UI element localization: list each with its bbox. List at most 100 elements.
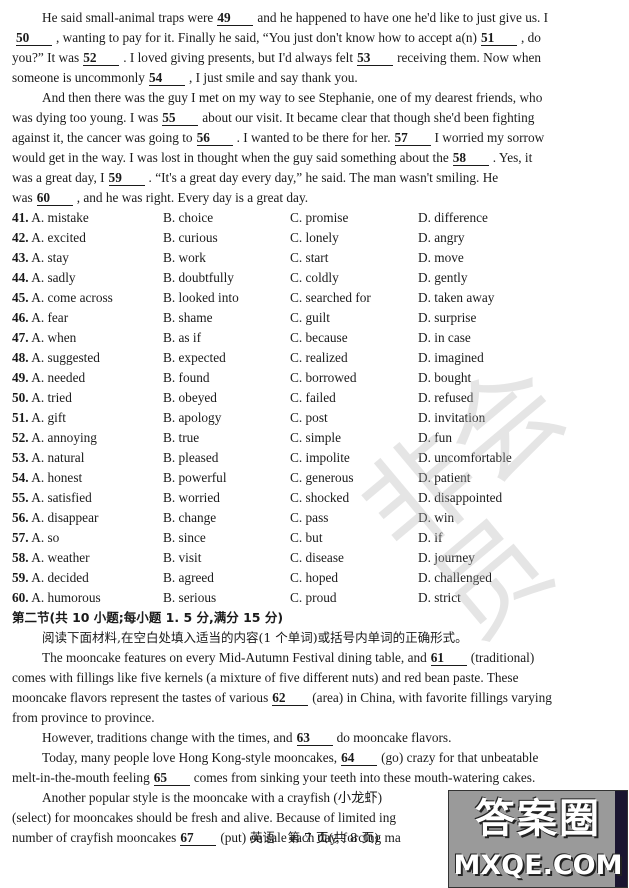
question-number: 42. <box>12 230 29 245</box>
option-c: C. lonely <box>290 230 339 245</box>
answer-options-list: 41. A. mistake B. choice C. promise D. diff… <box>12 208 612 608</box>
question-number: 41. <box>12 210 29 225</box>
text-line: against it, the cancer was going to 56. I… <box>12 130 545 146</box>
text-line: mooncake flavors represent the tastes of… <box>12 690 552 706</box>
option-a-text: A. stay <box>31 250 69 265</box>
question-number: 59. <box>12 570 29 585</box>
option-b: B. obeyed <box>163 390 217 405</box>
option-a-text: A. when <box>31 330 77 345</box>
option-a-text: A. decided <box>31 570 89 585</box>
option-row: 55. A. satisfied B. worried C. shocked D. d… <box>12 488 612 508</box>
option-c: C. proud <box>290 590 337 605</box>
option-row: 43. A. stay B. work C. start D. move <box>12 248 612 268</box>
option-c: C. pass <box>290 510 329 525</box>
question-number: 53. <box>12 450 29 465</box>
option-b: B. since <box>163 530 206 545</box>
option-c: C. guilt <box>290 310 330 325</box>
option-c: C. but <box>290 530 323 545</box>
option-d: D. angry <box>418 230 465 245</box>
option-row: 45. A. come across B. looked into C. searc… <box>12 288 612 308</box>
option-row: 47. A. when B. as if C. because D. in case <box>12 328 612 348</box>
option-a-text: A. suggested <box>31 350 100 365</box>
option-a: 43. A. stay <box>12 248 69 268</box>
option-a: 58. A. weather <box>12 548 90 568</box>
text-line: However, traditions change with the time… <box>42 730 452 746</box>
option-b: B. doubtfully <box>163 270 234 285</box>
option-d: D. surprise <box>418 310 477 325</box>
option-row: 50. A. tried B. obeyed C. failed D. refused <box>12 388 612 408</box>
option-b: B. expected <box>163 350 226 365</box>
option-row: 42. A. excited B. curious C. lonely D. angr… <box>12 228 612 248</box>
option-c: C. coldly <box>290 270 339 285</box>
option-row: 44. A. sadly B. doubtfully C. coldly D. gen… <box>12 268 612 288</box>
passage2-paragraph-1: The mooncake features on every Mid-Autum… <box>12 648 612 728</box>
blank-63: 63 <box>296 730 333 746</box>
option-d: D. strict <box>418 590 461 605</box>
text-line: comes with fillings like five kernels (a… <box>12 670 519 685</box>
option-c: C. post <box>290 410 328 425</box>
option-b: B. powerful <box>163 470 227 485</box>
question-number: 58. <box>12 550 29 565</box>
blank-59: 59 <box>108 170 145 186</box>
option-c: C. searched for <box>290 290 371 305</box>
passage-paragraph-1: He said small-animal traps were 49 and he … <box>12 8 612 88</box>
text-line: 50, wanting to pay for it. Finally he sa… <box>16 30 541 46</box>
option-a-text: A. humorous <box>31 590 101 605</box>
option-b: B. serious <box>163 590 217 605</box>
logo-bottom-text: MXQE.COM <box>453 850 623 881</box>
blank-58: 58 <box>452 150 489 166</box>
question-number: 43. <box>12 250 29 265</box>
blank-65: 65 <box>153 770 190 786</box>
blank-57: 57 <box>394 130 431 146</box>
option-c: C. because <box>290 330 348 345</box>
option-a-text: A. gift <box>31 410 66 425</box>
question-number: 50. <box>12 390 29 405</box>
passage2-paragraph-3: Today, many people love Hong Kong-style … <box>12 748 612 788</box>
option-d: D. in case <box>418 330 471 345</box>
blank-64: 64 <box>341 750 378 766</box>
option-row: 58. A. weather B. visit C. disease D. journ… <box>12 548 612 568</box>
question-number: 55. <box>12 490 29 505</box>
option-b: B. looked into <box>163 290 239 305</box>
blank-55: 55 <box>162 110 199 126</box>
question-number: 48. <box>12 350 29 365</box>
option-b: B. true <box>163 430 200 445</box>
question-number: 57. <box>12 530 29 545</box>
question-number: 56. <box>12 510 29 525</box>
option-row: 46. A. fear B. shame C. guilt D. surprise <box>12 308 612 328</box>
option-a-text: A. weather <box>31 550 90 565</box>
exam-page: He said small-animal traps were 49 and he … <box>12 8 612 848</box>
text-line: He said small-animal traps were 49 and he … <box>42 10 549 26</box>
option-a: 41. A. mistake <box>12 208 89 228</box>
blank-54: 54 <box>148 70 185 86</box>
option-d: D. imagined <box>418 350 484 365</box>
question-number: 44. <box>12 270 29 285</box>
option-c: C. impolite <box>290 450 350 465</box>
blank-51: 51 <box>480 30 517 46</box>
blank-53: 53 <box>357 50 394 66</box>
option-c: C. simple <box>290 430 341 445</box>
blank-49: 49 <box>217 10 254 26</box>
option-row: 48. A. suggested B. expected C. realized D.… <box>12 348 612 368</box>
question-number: 51. <box>12 410 29 425</box>
option-c: C. borrowed <box>290 370 357 385</box>
option-a-text: A. needed <box>31 370 86 385</box>
option-c: C. disease <box>290 550 344 565</box>
site-logo-watermark: 答案圈 MXQE.COM <box>448 790 628 888</box>
option-d: D. difference <box>418 210 488 225</box>
option-a-text: A. honest <box>31 470 83 485</box>
section-instruction: 阅读下面材料,在空白处填入适当的内容(1 个单词)或括号内单词的正确形式。 <box>42 630 468 645</box>
option-b: B. apology <box>163 410 222 425</box>
option-a-text: A. come across <box>31 290 113 305</box>
text-line: melt-in-the-mouth feeling 65 comes from si… <box>12 770 536 786</box>
text-line: Today, many people love Hong Kong-style … <box>42 750 539 766</box>
option-c: C. start <box>290 250 329 265</box>
option-a: 51. A. gift <box>12 408 66 428</box>
option-a-text: A. sadly <box>31 270 76 285</box>
option-row: 41. A. mistake B. choice C. promise D. diff… <box>12 208 612 228</box>
option-row: 52. A. annoying B. true C. simple D. fun <box>12 428 612 448</box>
option-d: D. uncomfortable <box>418 450 512 465</box>
passage2-paragraph-2: However, traditions change with the time… <box>12 728 612 748</box>
option-b: B. worried <box>163 490 220 505</box>
text-line: someone is uncommonly 54, I just smile an… <box>12 70 358 86</box>
